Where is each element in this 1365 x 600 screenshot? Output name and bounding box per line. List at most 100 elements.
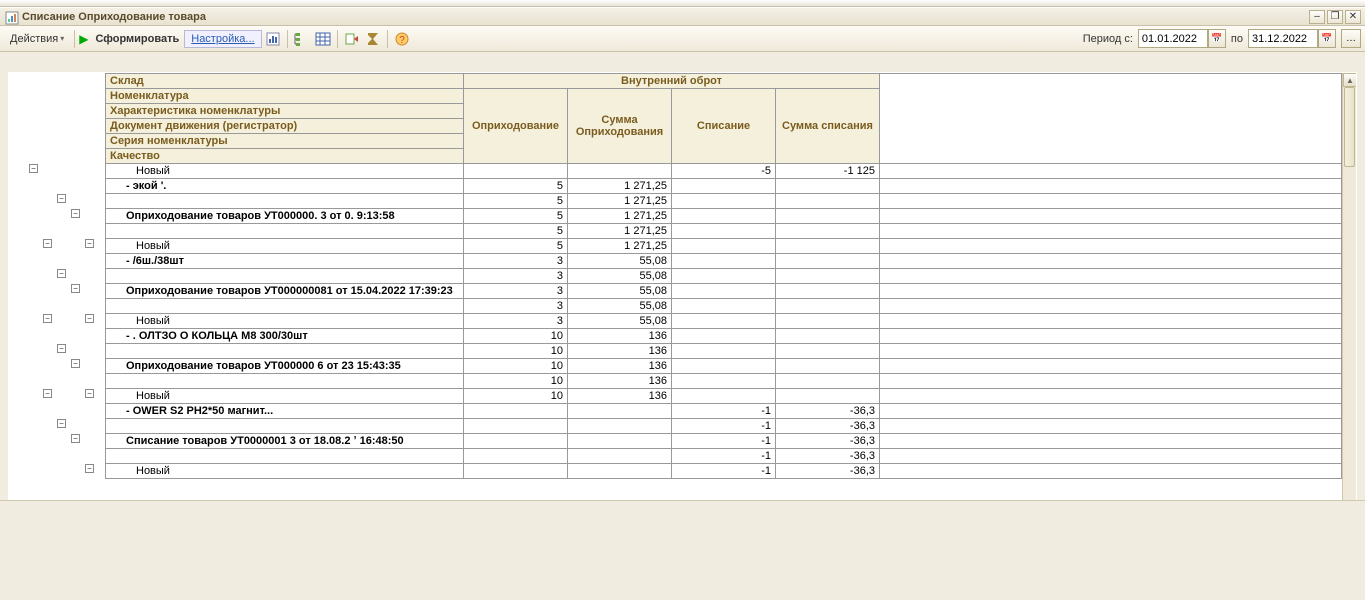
num-cell xyxy=(568,449,672,464)
num-cell xyxy=(776,374,880,389)
generate-button[interactable]: Сформировать xyxy=(91,31,183,47)
table-row[interactable]: Новый10136 xyxy=(106,389,1342,404)
num-cell: 10 xyxy=(464,374,568,389)
header-blank xyxy=(880,74,1342,164)
num-cell: 55,08 xyxy=(568,269,672,284)
separator xyxy=(387,30,388,48)
num-cell: -1 xyxy=(672,464,776,479)
num-cell: 1 271,25 xyxy=(568,224,672,239)
scroll-up-button[interactable]: ▲ xyxy=(1343,73,1357,87)
table-row[interactable]: Новый-1-36,3 xyxy=(106,464,1342,479)
date-from-picker-button[interactable]: 📅 xyxy=(1208,29,1226,48)
blank-cell xyxy=(880,449,1342,464)
tree-expand-button[interactable]: − xyxy=(57,269,66,278)
tree-expand-button[interactable]: − xyxy=(85,239,94,248)
blank-cell xyxy=(880,269,1342,284)
date-to-input[interactable] xyxy=(1248,29,1318,48)
table-row[interactable]: Новый51 271,25 xyxy=(106,239,1342,254)
num-cell xyxy=(672,389,776,404)
tree-expand-button[interactable]: − xyxy=(43,239,52,248)
num-cell xyxy=(776,359,880,374)
scroll-thumb[interactable] xyxy=(1344,87,1355,167)
header-quality: Качество xyxy=(106,149,464,164)
tree-expand-button[interactable]: − xyxy=(29,164,38,173)
tree-expand-button[interactable]: − xyxy=(71,359,80,368)
num-cell: -1 xyxy=(672,449,776,464)
num-cell xyxy=(672,194,776,209)
tree-expand-button[interactable]: − xyxy=(43,314,52,323)
date-from-input[interactable] xyxy=(1138,29,1208,48)
blank-cell xyxy=(880,224,1342,239)
separator xyxy=(287,30,288,48)
tree-expand-button[interactable]: − xyxy=(71,209,80,218)
num-cell: 5 xyxy=(464,194,568,209)
blank-cell xyxy=(880,389,1342,404)
tree-expand-button[interactable]: − xyxy=(71,434,80,443)
col-spisanie: Списание xyxy=(672,89,776,164)
table-row[interactable]: - . ОЛТЗО О КОЛЬЦА М8 300/30шт10136 xyxy=(106,329,1342,344)
window-title: Списание Оприходование товара xyxy=(22,11,1309,23)
restore-button[interactable]: ❐ xyxy=(1327,10,1343,24)
actions-dropdown[interactable]: Действия xyxy=(4,31,70,47)
minimize-button[interactable]: – xyxy=(1309,10,1325,24)
tree-expand-button[interactable]: − xyxy=(71,284,80,293)
header-sklad: Склад xyxy=(106,74,464,89)
tree-expand-button[interactable]: − xyxy=(85,314,94,323)
blank-cell xyxy=(880,179,1342,194)
num-cell xyxy=(776,239,880,254)
blank-cell xyxy=(880,434,1342,449)
tree-icon[interactable] xyxy=(292,29,312,49)
row-name-cell xyxy=(106,449,464,464)
table-row[interactable]: Оприходование товаров УТ000000 6 от 23 1… xyxy=(106,359,1342,374)
num-cell xyxy=(672,284,776,299)
table-row[interactable]: - OWER S2 PH2*50 магнит...-1-36,3 xyxy=(106,404,1342,419)
report-grid: Склад Внутренний оброт Номенклатура Опри… xyxy=(105,73,1342,479)
separator xyxy=(337,30,338,48)
num-cell: 3 xyxy=(464,299,568,314)
period-ellipsis-button[interactable]: … xyxy=(1341,29,1361,48)
num-cell: 5 xyxy=(464,239,568,254)
num-cell xyxy=(672,359,776,374)
table-row[interactable]: Оприходование товаров УТ000000081 от 15.… xyxy=(106,284,1342,299)
num-cell xyxy=(776,284,880,299)
table-row[interactable]: - /6ш./38шт355,08 xyxy=(106,254,1342,269)
tree-expand-button[interactable]: − xyxy=(57,419,66,428)
separator xyxy=(74,30,75,48)
table-row[interactable]: 355,08 xyxy=(106,299,1342,314)
tree-expand-button[interactable]: − xyxy=(85,389,94,398)
num-cell: -1 xyxy=(672,404,776,419)
date-to-picker-button[interactable]: 📅 xyxy=(1318,29,1336,48)
tree-expand-button[interactable]: − xyxy=(57,344,66,353)
sigma-icon[interactable] xyxy=(363,29,383,49)
num-cell xyxy=(672,209,776,224)
table-row[interactable]: 355,08 xyxy=(106,269,1342,284)
settings-button[interactable]: Настройка... xyxy=(184,30,261,48)
help-icon[interactable]: ? xyxy=(392,29,412,49)
export-icon[interactable] xyxy=(342,29,362,49)
table-row[interactable]: Списание товаров УТ0000001 3 от 18.08.2 … xyxy=(106,434,1342,449)
table-row[interactable]: 10136 xyxy=(106,374,1342,389)
table-icon[interactable] xyxy=(313,29,333,49)
row-name-cell: Новый xyxy=(106,239,464,254)
num-cell: 136 xyxy=(568,344,672,359)
table-row[interactable]: 51 271,25 xyxy=(106,224,1342,239)
table-row[interactable]: 51 271,25 xyxy=(106,194,1342,209)
table-row[interactable]: -1-36,3 xyxy=(106,419,1342,434)
vertical-scrollbar[interactable]: ▲ ▼ xyxy=(1342,73,1356,519)
blank-cell xyxy=(880,404,1342,419)
table-row[interactable]: - экой '.51 271,25 xyxy=(106,179,1342,194)
table-row[interactable]: Новый355,08 xyxy=(106,314,1342,329)
table-row[interactable]: Оприходование товаров УТ000000. 3 от 0. … xyxy=(106,209,1342,224)
period-from-label: Период с: xyxy=(1083,33,1133,45)
close-button[interactable]: ✕ xyxy=(1345,10,1361,24)
table-row[interactable]: Новый-5-1 125 xyxy=(106,164,1342,179)
table-row[interactable]: -1-36,3 xyxy=(106,449,1342,464)
blank-cell xyxy=(880,374,1342,389)
num-cell: -1 125 xyxy=(776,164,880,179)
tree-expand-button[interactable]: − xyxy=(57,194,66,203)
tree-expand-button[interactable]: − xyxy=(85,464,94,473)
num-cell xyxy=(672,329,776,344)
tree-expand-button[interactable]: − xyxy=(43,389,52,398)
table-row[interactable]: 10136 xyxy=(106,344,1342,359)
chart-icon[interactable] xyxy=(263,29,283,49)
